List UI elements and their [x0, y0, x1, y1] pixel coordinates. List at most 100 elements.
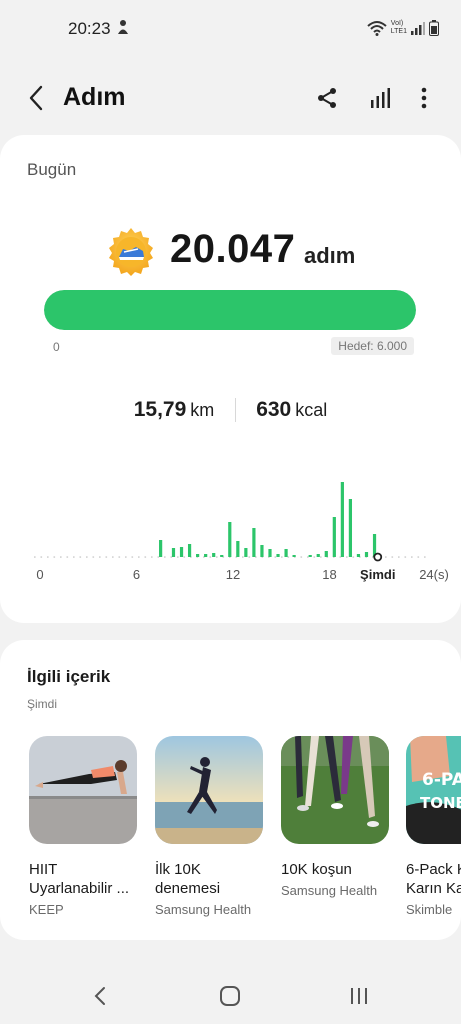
chart-bar [159, 540, 163, 557]
trends-button[interactable] [364, 82, 396, 114]
more-vertical-icon [421, 87, 427, 109]
x-tick-label: 18 [322, 567, 337, 582]
chart-bar [171, 548, 176, 557]
more-options-button[interactable] [408, 82, 440, 114]
chart-baseline-dot [47, 556, 49, 558]
metrics-row: 15,79 km 630 kcal [0, 398, 461, 422]
chart-baseline-dot [53, 556, 56, 558]
chart-baseline-dot [131, 556, 134, 558]
related-item-10k-run[interactable]: 10K koşun Samsung Health [281, 736, 389, 898]
battery-icon [429, 20, 439, 36]
chart-baseline-dot [73, 556, 75, 558]
x-tick-label: 12 [225, 567, 241, 582]
abs-workout-thumbnail: 6-PA TONED [406, 736, 461, 844]
nav-back-button[interactable] [80, 976, 120, 1016]
volte-label: VoI) [390, 20, 404, 27]
item-source: Skimble [406, 902, 453, 917]
chart-baseline-dot [138, 556, 140, 558]
chart-bar [244, 548, 248, 557]
system-notification-icon [118, 20, 128, 34]
x-tick-label: 6 [132, 567, 141, 582]
chart-bar [204, 554, 208, 557]
chart-baseline-dot [417, 556, 420, 558]
item-title: İlk 10K denemesi [155, 861, 221, 897]
related-item-6pack[interactable]: 6-PA TONED 6-Pack K Karın Ka Skimble [406, 736, 461, 917]
chart-bar [332, 517, 336, 557]
chart-baseline-dot [92, 556, 95, 558]
chart-baseline-dot [274, 556, 277, 558]
item-title: 6-Pack K Karın Ka [406, 861, 461, 897]
chart-now-marker [373, 552, 383, 562]
chart-bar [356, 554, 361, 557]
nav-recents-button[interactable] [339, 976, 379, 1016]
chart-bar [276, 554, 280, 557]
chart-bar [252, 528, 256, 557]
chart-baseline-dot [242, 556, 244, 558]
chart-baseline-dot [112, 556, 114, 558]
related-item-first-10k[interactable]: İlk 10K denemesi Samsung Health [155, 736, 263, 917]
energy-value: 630 [256, 398, 292, 421]
bar-chart-icon [371, 88, 390, 108]
chart-baseline-dot [391, 556, 394, 558]
beach-runner-thumbnail [155, 736, 263, 844]
chart-baseline-dot [164, 556, 166, 558]
chart-bar [284, 549, 288, 557]
chart-baseline-dot [40, 556, 43, 558]
chart-bar [228, 522, 232, 557]
nav-home-icon [220, 986, 240, 1006]
share-button[interactable] [311, 82, 343, 114]
chart-bar [268, 549, 272, 557]
chart-baseline-dot [151, 556, 153, 558]
item-source: Samsung Health [155, 902, 252, 917]
item-title: 10K koşun [281, 861, 352, 878]
related-items-carousel[interactable]: HIIT Uyarlanabilir ... KEEP İlk 10K dene… [29, 736, 461, 926]
chart-bar [340, 482, 344, 557]
app-bar: Adım [0, 68, 461, 128]
chart-bar [179, 547, 184, 557]
progress-fill [44, 290, 416, 330]
chart-baseline-dot [157, 556, 160, 558]
chart-bar [236, 541, 240, 557]
chart-baseline-dot [60, 556, 62, 558]
related-content-card: İlgili içerik Şimdi HIIT Uyarlanabilir .… [0, 640, 461, 940]
chart-baseline-dot [248, 556, 251, 558]
chart-bar [316, 554, 320, 557]
today-card[interactable]: Bugün 20.047 adım 0 Hedef: 6.000 15,79 km… [0, 135, 461, 623]
chart-bar [308, 555, 312, 557]
chart-baseline-dot [404, 556, 407, 558]
chart-bar [364, 552, 369, 557]
wifi-icon [367, 21, 387, 36]
chart-bar [324, 551, 328, 557]
chart-bar [220, 555, 224, 557]
chart-bar [187, 544, 192, 557]
chart-baseline-dot [424, 556, 426, 558]
progress-start-label: 0 [53, 340, 60, 354]
status-time: 20:23 [68, 19, 111, 38]
chart-baseline-dot [144, 556, 147, 558]
nav-recents-icon [351, 988, 367, 1004]
x-tick-label: Şimdi [360, 567, 396, 582]
distance-metric: 15,79 km [134, 398, 215, 422]
nav-home-button[interactable] [210, 976, 250, 1016]
page-title: Adım [63, 83, 126, 111]
back-button[interactable] [20, 82, 52, 114]
chart-baseline-dot [125, 556, 127, 558]
chart-baseline-dot [385, 556, 387, 558]
related-item-hiit[interactable]: HIIT Uyarlanabilir ... KEEP [29, 736, 137, 917]
chart-bar [348, 499, 353, 557]
goal-label: Hedef: 6.000 [331, 337, 414, 355]
chart-baseline-dot [170, 556, 173, 558]
distance-unit: km [190, 400, 215, 420]
chart-baseline-dot [34, 556, 36, 558]
chart-baseline-dot [346, 556, 348, 558]
x-tick-label: 0 [36, 567, 44, 582]
goal-progress-bar [44, 290, 416, 330]
distance-value: 15,79 [133, 398, 187, 421]
chart-baseline-dot [79, 556, 82, 558]
chart-bar [212, 553, 216, 557]
runners-legs-thumbnail [281, 736, 389, 844]
step-unit: adım [304, 243, 356, 268]
step-count: 20.047 [170, 227, 296, 271]
chart-baseline-dot [66, 556, 69, 558]
chart-baseline-dot [320, 556, 322, 558]
